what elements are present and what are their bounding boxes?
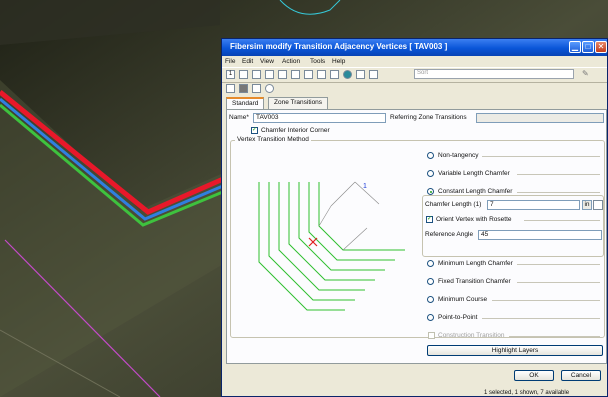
separator	[492, 300, 600, 301]
paste-icon[interactable]	[265, 70, 274, 79]
move-tool-icon[interactable]	[265, 84, 274, 93]
orient-vertex-checkbox[interactable]: ✓	[426, 216, 433, 223]
ok-button[interactable]: OK	[514, 370, 554, 381]
radio-non-tangency[interactable]	[427, 152, 434, 159]
option-point-to-point: Point-to-Point	[438, 314, 478, 321]
new-icon[interactable]	[239, 70, 248, 79]
status-text: 1 selected, 1 shown, 7 available	[484, 390, 570, 396]
name-label: Name*	[229, 114, 249, 121]
minimize-button[interactable]: ▁	[569, 41, 581, 53]
radio-variable-length[interactable]	[427, 170, 434, 177]
radio-constant-length[interactable]	[427, 188, 434, 195]
menu-action[interactable]: Action	[282, 58, 300, 65]
reference-angle-label: Reference Angle	[425, 231, 474, 238]
standard-panel: Name* TAV003 Referring Zone Transitions …	[226, 109, 607, 364]
toolbar: 1 Sort ✎	[222, 67, 607, 83]
orient-vertex-label: Orient Vertex with Rosette	[436, 216, 512, 223]
chamfer-diagram: 1	[258, 181, 405, 311]
menu-file[interactable]: File	[225, 58, 235, 65]
radio-fixed-transition[interactable]	[427, 278, 434, 285]
radio-point-to-point[interactable]	[427, 314, 434, 321]
diagram-ply-7	[318, 182, 405, 251]
separator	[517, 282, 600, 283]
dimension-ext	[354, 181, 380, 205]
find-icon[interactable]	[317, 70, 326, 79]
radio-minimum-length[interactable]	[427, 260, 434, 267]
menu-edit[interactable]: Edit	[242, 58, 253, 65]
maximize-button[interactable]: □	[582, 41, 594, 53]
layer-count-icon[interactable]: 1	[226, 70, 235, 79]
separator	[524, 220, 600, 221]
option-variable-length: Variable Length Chamfer	[438, 170, 510, 177]
grid-tool-icon[interactable]	[239, 84, 248, 93]
vertex-marker-icon	[308, 237, 318, 247]
menu-bar: File Edit View Action Tools Help	[222, 56, 607, 67]
diagram-ply-3	[278, 182, 365, 291]
dimension-arrow-a	[318, 205, 332, 227]
dimension-arrow-b	[342, 227, 368, 251]
menu-tools[interactable]: Tools	[310, 58, 325, 65]
delete-icon[interactable]	[304, 70, 313, 79]
link-icon[interactable]	[278, 70, 287, 79]
chamfer-interior-label: Chamfer Interior Corner	[261, 127, 330, 134]
construction-transition-label: Construction Transition	[438, 332, 505, 339]
ref-zone-label: Referring Zone Transitions	[390, 114, 467, 121]
diagram-ply-4	[288, 182, 375, 281]
name-field[interactable]: TAV003	[253, 113, 386, 123]
tab-zone-transitions[interactable]: Zone Transitions	[268, 97, 329, 109]
minimize-icon: ▁	[571, 42, 579, 51]
checkbox-tool-icon[interactable]	[226, 84, 235, 93]
ref-zone-field	[476, 113, 604, 123]
option-constant-length: Constant Length Chamfer	[438, 188, 513, 195]
diagram-ply-1	[258, 182, 345, 311]
window-title: Fibersim modify Transition Adjacency Ver…	[230, 42, 448, 51]
secondary-toolbar	[222, 83, 607, 96]
layers-tool-icon[interactable]	[252, 84, 261, 93]
menu-help[interactable]: Help	[332, 58, 345, 65]
dimension-line	[330, 181, 356, 207]
menu-view[interactable]: View	[260, 58, 274, 65]
reference-angle-field[interactable]: 45	[478, 230, 602, 240]
title-bar[interactable]: Fibersim modify Transition Adjacency Ver…	[222, 39, 607, 56]
vertex-transition-legend: Vertex Transition Method	[235, 136, 311, 143]
dimension-label: 1	[363, 183, 367, 190]
option-minimum-length: Minimum Length Chamfer	[438, 260, 513, 267]
globe-icon[interactable]	[343, 70, 352, 79]
separator	[509, 336, 600, 337]
option-minimum-course: Minimum Course	[438, 296, 488, 303]
filter-icon[interactable]	[330, 70, 339, 79]
cancel-button[interactable]: Cancel	[561, 370, 601, 381]
unit-indicator: in	[582, 200, 592, 210]
chamfer-length-field[interactable]: 7	[487, 200, 580, 210]
close-icon: ✕	[597, 42, 605, 51]
check-icon: ✓	[427, 216, 433, 222]
radio-minimum-course[interactable]	[427, 296, 434, 303]
option-non-tangency: Non-tangency	[438, 152, 479, 159]
separator	[517, 264, 600, 265]
chamfer-length-label: Chamfer Length (1)	[425, 201, 482, 208]
chamfer-interior-checkbox[interactable]: ✓	[251, 127, 258, 134]
check-icon: ✓	[252, 127, 258, 133]
pick-icon[interactable]	[593, 200, 603, 210]
separator	[482, 156, 600, 157]
construction-transition-checkbox[interactable]	[428, 332, 435, 339]
modify-dialog: Fibersim modify Transition Adjacency Ver…	[221, 38, 608, 397]
highlight-layers-button[interactable]: Highlight Layers	[427, 345, 603, 356]
properties-icon[interactable]	[369, 70, 378, 79]
close-button[interactable]: ✕	[595, 41, 607, 53]
copy-icon[interactable]	[252, 70, 261, 79]
status-bar: 1 selected, 1 shown, 7 available	[222, 388, 607, 396]
table-icon[interactable]	[291, 70, 300, 79]
separator	[517, 192, 600, 193]
maximize-icon: □	[585, 42, 591, 51]
separator	[517, 174, 600, 175]
separator	[482, 318, 600, 319]
sort-field[interactable]: Sort	[414, 69, 574, 79]
option-fixed-transition: Fixed Transition Chamfer	[438, 278, 511, 285]
refresh-icon[interactable]	[356, 70, 365, 79]
pencil-icon[interactable]: ✎	[582, 69, 589, 78]
